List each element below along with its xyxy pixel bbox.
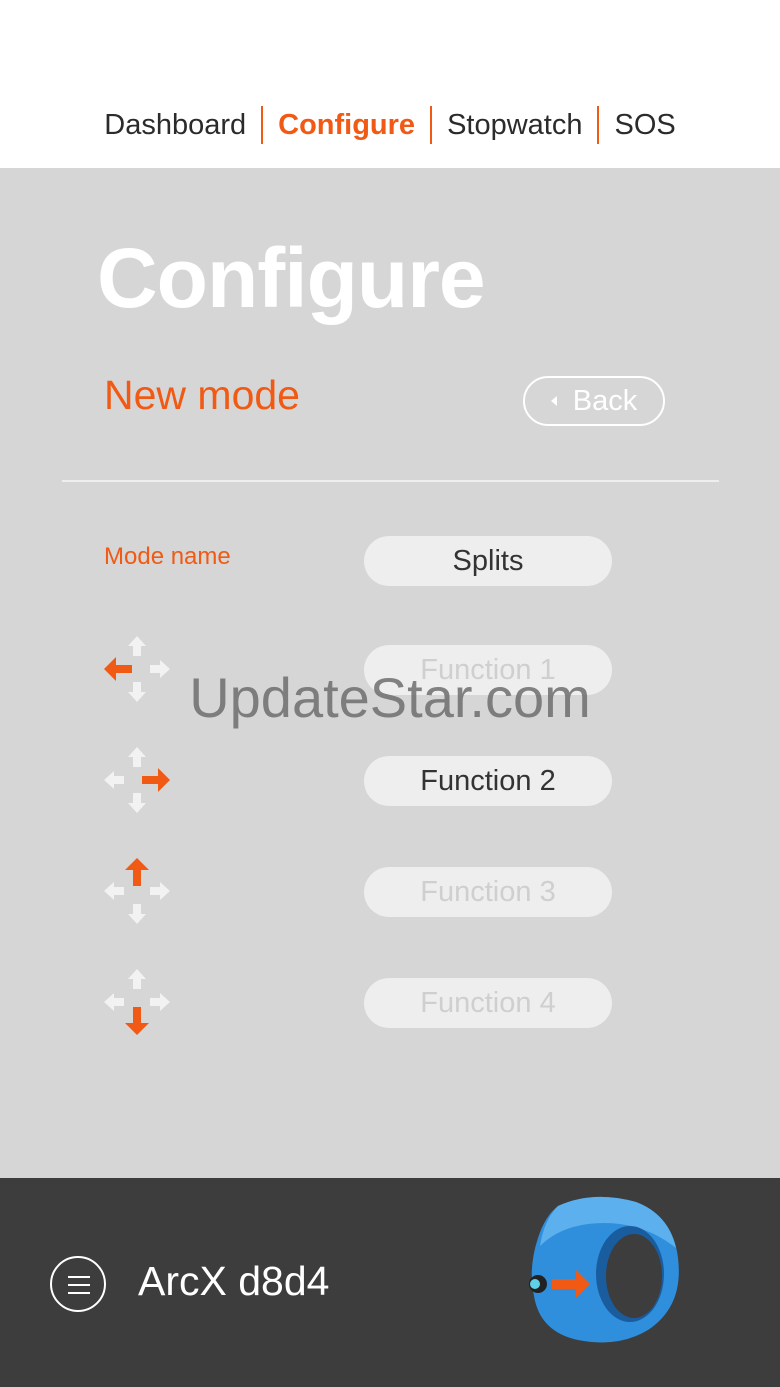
main-nav: Dashboard Configure Stopwatch SOS xyxy=(0,100,780,150)
tab-stopwatch[interactable]: Stopwatch xyxy=(432,105,597,145)
footer-bar: ArcX d8d4 xyxy=(0,1178,780,1387)
function-2-field[interactable]: Function 2 xyxy=(364,756,612,806)
back-arrow-icon xyxy=(550,396,557,406)
function-3-field[interactable]: Function 3 xyxy=(364,867,612,917)
dpad-left-icon xyxy=(104,636,170,702)
page-subtitle: New mode xyxy=(104,372,300,418)
tab-sos[interactable]: SOS xyxy=(599,105,690,145)
page-title: Configure xyxy=(97,231,486,325)
back-button-label: Back xyxy=(572,384,638,417)
top-bar: Dashboard Configure Stopwatch SOS xyxy=(0,0,780,168)
tab-configure[interactable]: Configure xyxy=(263,105,430,145)
function-4-field[interactable]: Function 4 xyxy=(364,978,612,1028)
mode-name-label: Mode name xyxy=(104,543,231,570)
dpad-right-icon xyxy=(104,747,170,813)
dpad-up-icon xyxy=(104,858,170,924)
function-1-field[interactable]: Function 1 xyxy=(364,645,612,695)
dpad-down-icon xyxy=(104,969,170,1035)
tab-dashboard[interactable]: Dashboard xyxy=(89,105,261,145)
back-button[interactable]: Back xyxy=(523,376,665,426)
arcx-ring-icon xyxy=(529,1196,679,1343)
divider xyxy=(62,480,719,482)
hamburger-icon[interactable] xyxy=(50,1256,106,1312)
mode-name-field[interactable]: Splits xyxy=(364,536,612,586)
device-name: ArcX d8d4 xyxy=(138,1258,330,1304)
